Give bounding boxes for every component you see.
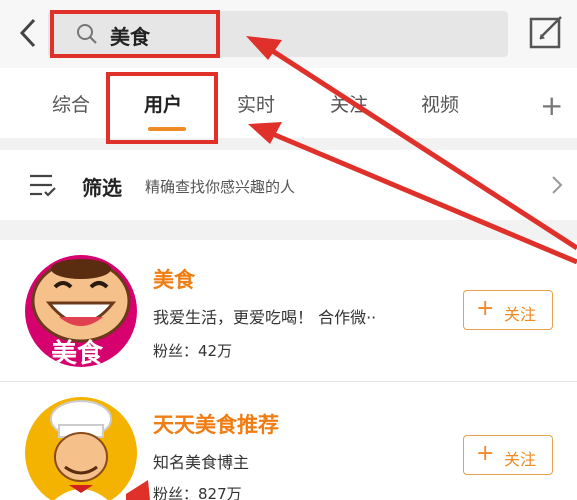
weibo-search-screen: 美食 综合 用户 实时 关注 视频 + 筛选 精确查找你感兴趣的人 美食 美食 …: [0, 0, 577, 500]
arrow-head-icon: [126, 480, 150, 500]
annotation-arrow: [267, 129, 577, 265]
annotation-arrows: [126, 36, 577, 500]
arrow-head-icon: [248, 122, 282, 144]
annotation-arrow: [266, 45, 577, 251]
